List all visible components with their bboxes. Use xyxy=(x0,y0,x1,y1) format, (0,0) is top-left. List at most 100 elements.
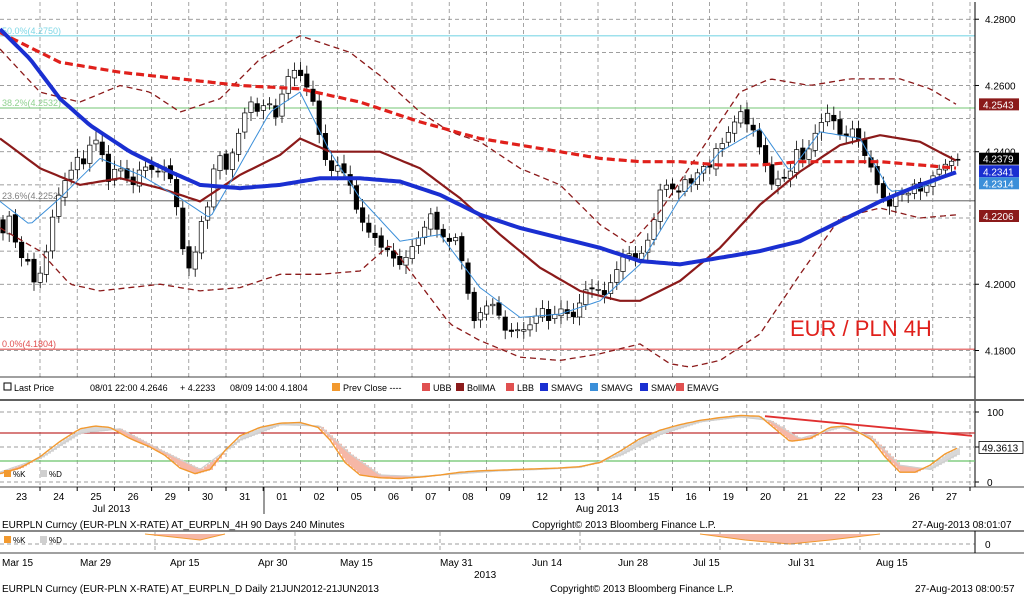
legend-item-4: Prev Close ---- xyxy=(343,383,402,393)
candle-body xyxy=(614,269,620,283)
daily-year-label: 2013 xyxy=(474,570,497,581)
chart-background xyxy=(0,0,1024,595)
candle-body xyxy=(304,73,310,88)
eurpln-chart: 50.0%(4.2750) 38.2%(4.2532) 23.6%(4.2252) 0… xyxy=(0,0,1024,595)
legend-swatch-11 xyxy=(676,383,684,391)
fib-level-label-1: 38.2%(4.2532) xyxy=(2,98,61,108)
stoch-fill xyxy=(957,448,960,456)
candle-body xyxy=(496,302,502,316)
candle-body xyxy=(50,216,56,252)
legend-item-11: EMAVG xyxy=(687,383,719,393)
candle-body xyxy=(595,288,601,291)
candle-body xyxy=(601,290,607,296)
y-tick-label-0: 4.2800 xyxy=(985,15,1016,26)
x-tick-label-24: 26 xyxy=(909,492,921,503)
candle-body xyxy=(403,257,409,266)
candle-body xyxy=(750,124,756,131)
candle-body xyxy=(223,153,229,170)
candle-body xyxy=(372,232,378,239)
legend-swatch-10 xyxy=(640,383,648,391)
x-tick-label-5: 30 xyxy=(202,492,214,503)
candle-body xyxy=(663,184,669,190)
candle-body xyxy=(37,272,43,283)
x-tick-label-8: 02 xyxy=(314,492,326,503)
candle-body xyxy=(155,170,161,173)
candle-body xyxy=(769,164,775,185)
candle-body xyxy=(81,158,87,165)
legend-swatch-5 xyxy=(422,383,430,391)
daily-x-label-7: Jun 28 xyxy=(618,558,648,569)
daily-x-label-3: Apr 30 xyxy=(258,558,288,569)
candle-body xyxy=(291,69,297,79)
candle-body xyxy=(465,262,471,294)
candle-body xyxy=(880,183,886,199)
x-tick-label-14: 12 xyxy=(537,492,549,503)
candle-body xyxy=(527,324,533,331)
value-tag-text-1: 4.2379 xyxy=(983,155,1014,166)
footer-line2-left: EURPLN Curncy (EUR-PLN X-RATE) AT_EURPLN… xyxy=(2,584,379,595)
candle-body xyxy=(949,160,955,166)
candle-body xyxy=(74,156,80,171)
candle-body xyxy=(25,259,31,262)
candle-body xyxy=(552,314,558,319)
candle-body xyxy=(384,247,390,251)
candle-body xyxy=(217,155,223,171)
footer-line1-left: EURPLN Curncy (EUR-PLN X-RATE) AT_EURPLN… xyxy=(2,520,345,531)
candle-body xyxy=(508,329,514,332)
x-tick-label-11: 07 xyxy=(425,492,437,503)
x-tick-label-15: 13 xyxy=(574,492,586,503)
candle-body xyxy=(105,153,111,182)
candle-body xyxy=(267,103,273,106)
candle-body xyxy=(459,236,465,262)
stoch-y-label-0: 100 xyxy=(987,408,1004,419)
x-tick-label-10: 06 xyxy=(388,492,400,503)
x-tick-label-16: 14 xyxy=(611,492,623,503)
candle-body xyxy=(849,128,855,138)
candle-body xyxy=(651,219,657,240)
legend-item-3: 08/09 14:00 4.1804 xyxy=(230,383,308,393)
daily-y-label: 0 xyxy=(985,540,991,551)
candle-body xyxy=(732,121,738,134)
legend-swatch-8 xyxy=(540,383,548,391)
candle-body xyxy=(521,329,527,332)
x-tick-label-22: 22 xyxy=(834,492,846,503)
x-month-label-0: Jul 2013 xyxy=(92,504,130,515)
candle-body xyxy=(428,213,434,230)
daily-legend-d: %D xyxy=(49,536,62,545)
candle-body xyxy=(471,291,477,322)
candle-body xyxy=(670,183,676,190)
candle-body xyxy=(31,258,37,283)
candle-body xyxy=(415,237,421,246)
candle-body xyxy=(192,251,198,270)
stoch-legend-d: %D xyxy=(49,470,62,479)
candle-body xyxy=(93,139,99,145)
daily-x-label-6: Jun 14 xyxy=(532,558,562,569)
fib-level-label-0: 50.0%(4.2750) xyxy=(2,26,61,36)
candle-body xyxy=(409,246,415,259)
x-tick-label-17: 15 xyxy=(648,492,660,503)
candle-body xyxy=(68,169,74,180)
daily-x-label-10: Aug 15 xyxy=(876,558,908,569)
x-tick-label-1: 24 xyxy=(53,492,65,503)
x-tick-label-25: 27 xyxy=(946,492,958,503)
y-tick-label-4: 4.1800 xyxy=(985,346,1016,357)
candle-body xyxy=(198,221,204,254)
stoch-legend-d-swatch xyxy=(40,470,47,477)
candle-body xyxy=(620,256,626,272)
candle-body xyxy=(570,311,576,318)
candle-body xyxy=(422,226,428,238)
x-tick-label-6: 31 xyxy=(239,492,251,503)
candle-body xyxy=(236,132,242,155)
x-tick-label-18: 16 xyxy=(686,492,698,503)
footer-line2-center: Copyright© 2013 Bloomberg Finance L.P. xyxy=(550,584,734,595)
footer-line1-center: Copyright© 2013 Bloomberg Finance L.P. xyxy=(532,520,716,531)
x-tick-label-19: 19 xyxy=(723,492,735,503)
y-tick-label-3: 4.2000 xyxy=(985,280,1016,291)
candle-body xyxy=(378,235,384,248)
candle-body xyxy=(924,185,930,193)
daily-x-label-9: Jul 31 xyxy=(788,558,815,569)
x-tick-label-7: 01 xyxy=(276,492,288,503)
candle-body xyxy=(254,103,260,112)
legend-item-0: Last Price xyxy=(14,383,54,393)
candle-body xyxy=(738,111,744,124)
